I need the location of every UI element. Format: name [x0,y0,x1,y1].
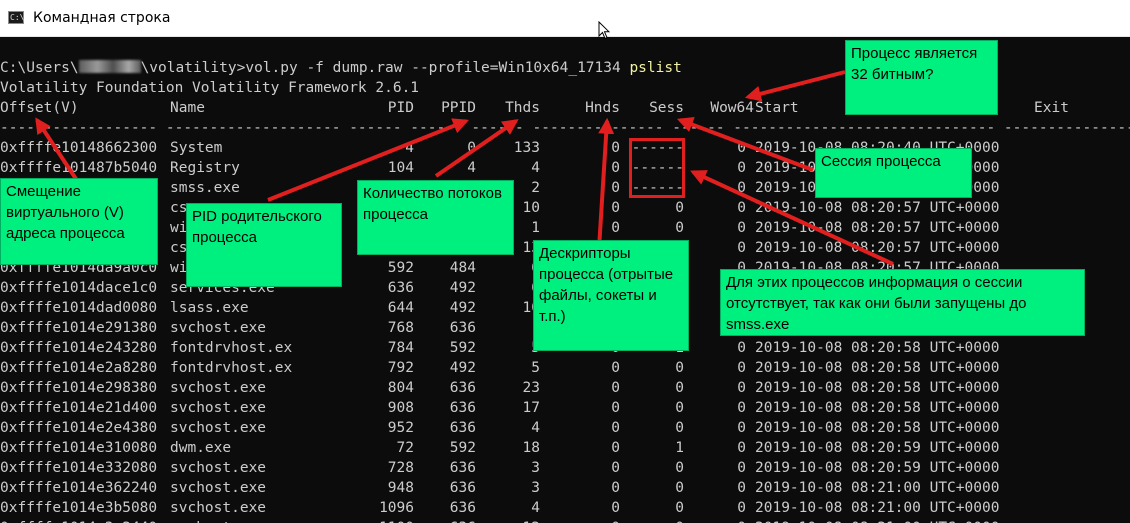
arrow-offset [35,117,80,184]
note-handles: Дескрипторы процесса (отрытые файлы, сок… [533,240,689,351]
note-threads: Количество потоков процесса [357,180,514,255]
arrow-session [677,117,814,172]
note-no-session: Для этих процессов информация о сессии о… [720,269,1085,336]
arrow-wow64 [744,70,846,102]
note-session: Сессия процесса [815,148,972,198]
note-wow64: Процесс является 32 битным? [845,40,998,115]
note-offset: Смещение виртуального (V) адреса процесс… [0,178,158,265]
note-ppid: PID родительского процесса [186,203,342,287]
